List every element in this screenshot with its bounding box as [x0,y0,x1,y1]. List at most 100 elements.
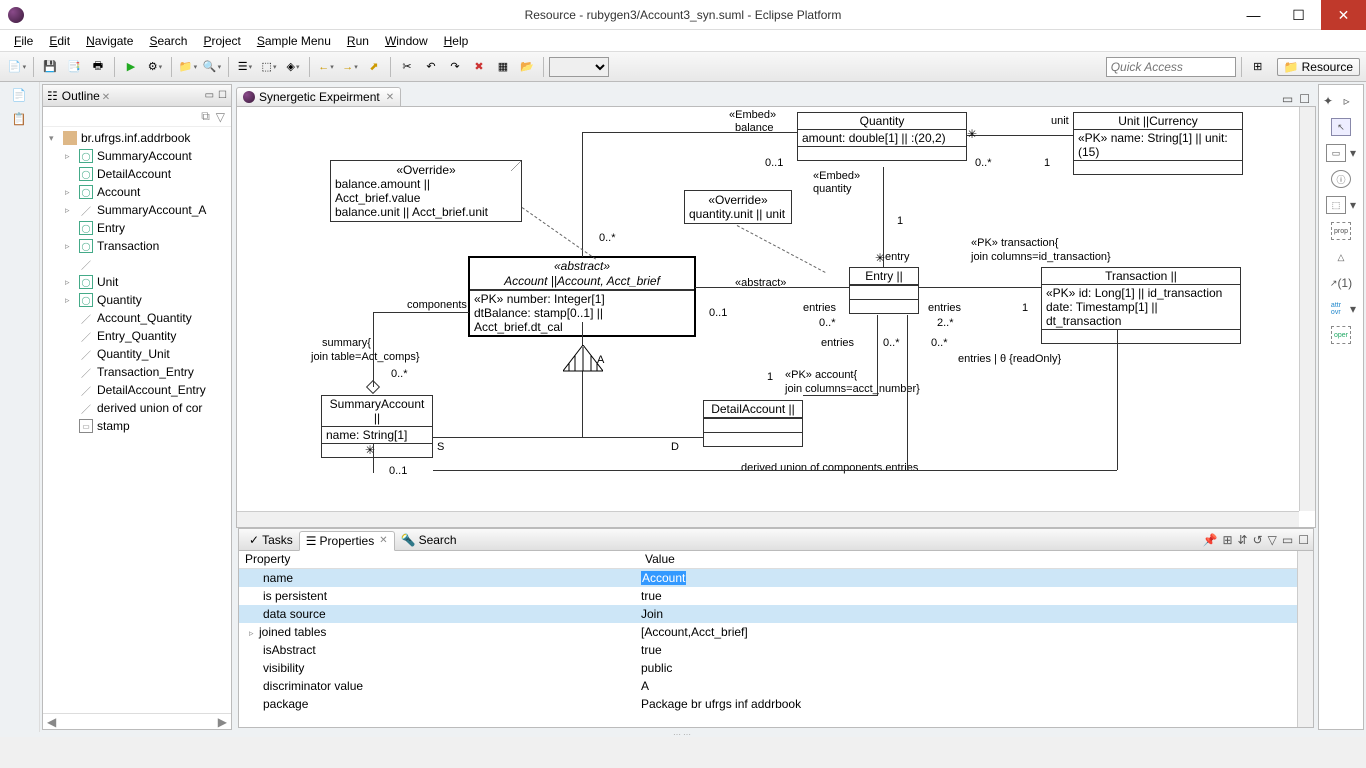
maximize-button[interactable]: ☐ [1276,0,1321,30]
property-row[interactable]: ▹joined tables[Account,Acct_brief] [239,623,1313,641]
delete-button[interactable]: ✖ [468,56,490,78]
undo-button[interactable]: ↶ [420,56,442,78]
filter-icon[interactable]: ⇵ [1238,533,1248,547]
folder-button[interactable]: 📂 [516,56,538,78]
grid-button[interactable]: ▦ [492,56,514,78]
tree-item[interactable]: ▹／SummaryAccount_A [43,201,231,219]
select-tool-icon[interactable]: ↖ [1331,118,1351,136]
view-menu-icon[interactable]: ▽ [216,110,225,124]
quick-access-input[interactable] [1106,57,1236,77]
tree-item[interactable]: ／DetailAccount_Entry [43,381,231,399]
class-tool-icon[interactable]: ▭ [1326,144,1346,162]
save-button[interactable]: 💾 [39,56,61,78]
tree-item[interactable]: ◯DetailAccount [43,165,231,183]
col-value[interactable]: Value [639,551,681,568]
properties-scrollbar[interactable] [1297,551,1313,727]
tree-item[interactable]: ／Entry_Quantity [43,327,231,345]
tree-item[interactable]: ▹◯SummaryAccount [43,147,231,165]
run-config-button[interactable]: ⚙ [144,56,166,78]
tree-item[interactable]: ／derived union of cor [43,399,231,417]
view-menu-icon[interactable]: ▽ [1268,533,1277,547]
tab-tasks[interactable]: ✓Tasks [243,531,299,549]
maximize-view-icon[interactable]: ☐ [218,90,227,101]
note-tool-icon[interactable]: ⓘ [1331,170,1351,188]
minimize-editor-icon[interactable]: ▭ [1282,92,1293,106]
print-button[interactable]: 🖶 [87,56,109,78]
package-tool-icon[interactable]: ⬚ [1326,196,1346,214]
class-transaction[interactable]: Transaction || «PK» id: Long[1] || id_tr… [1041,267,1241,344]
tree-item[interactable]: ▹◯Account [43,183,231,201]
tree-package[interactable]: ▾ br.ufrgs.inf.addrbook [43,129,231,147]
project-explorer-icon[interactable]: 📄 [12,88,28,104]
redo-button[interactable]: ↷ [444,56,466,78]
categories-icon[interactable]: ⊞ [1222,533,1232,547]
property-row[interactable]: nameAccount [239,569,1313,587]
menu-help[interactable]: Help [436,32,477,50]
property-row[interactable]: data sourceJoin [239,605,1313,623]
minimize-button[interactable]: — [1231,0,1276,30]
run-button[interactable]: ▶ [120,56,142,78]
diagram-canvas[interactable]: Quantity amount: double[1] || :(20,2) Un… [236,106,1316,528]
class-summary-account[interactable]: SummaryAccount || name: String[1] [321,395,433,458]
menu-navigate[interactable]: Navigate [78,32,141,50]
attr-override-tool-icon[interactable]: attrovr [1326,300,1346,318]
oper-tool-icon[interactable]: oper [1331,326,1351,344]
maximize-editor-icon[interactable]: ☐ [1299,92,1310,106]
property-row[interactable]: visibilitypublic [239,659,1313,677]
class-detail-account[interactable]: DetailAccount || [703,400,803,447]
tab-properties[interactable]: ☰Properties✕ [299,531,395,551]
menu-window[interactable]: Window [377,32,436,50]
tree-item[interactable]: ▹◯Quantity [43,291,231,309]
minimize-view-icon[interactable]: ▭ [1282,533,1293,547]
menu-sample[interactable]: Sample Menu [249,32,339,50]
resource-perspective-button[interactable]: 📁 Resource [1277,58,1360,76]
forward-button[interactable]: → [339,56,361,78]
tree-item[interactable]: ／Quantity_Unit [43,345,231,363]
nav-button[interactable]: ⬚ [258,56,280,78]
zoom-combo[interactable] [549,57,609,77]
class-entry[interactable]: Entry || [849,267,919,314]
open-perspective-button[interactable]: ⊞ [1247,56,1269,78]
close-editor-icon[interactable]: ✕ [386,92,394,103]
properties-table[interactable]: Property Value nameAccountis persistentt… [239,551,1313,727]
back-button[interactable]: ← [315,56,337,78]
cut-button[interactable]: ✂ [396,56,418,78]
canvas-scrollbar-vertical[interactable] [1299,107,1315,511]
maximize-view-icon[interactable]: ☐ [1298,533,1309,547]
tree-item[interactable]: ／Account_Quantity [43,309,231,327]
tab-search[interactable]: 🔦Search [395,531,463,549]
tree-item[interactable]: ／ [43,255,231,273]
tree-item[interactable]: ▭stamp [43,417,231,435]
tree-item[interactable]: ／Transaction_Entry [43,363,231,381]
tree-item[interactable]: ▹◯Transaction [43,237,231,255]
outline-scrollbar[interactable]: ◀▶ [43,713,231,729]
class-unit[interactable]: Unit ||Currency «PK» name: String[1] || … [1073,112,1243,175]
defaults-icon[interactable]: ↺ [1253,533,1263,547]
tree-item[interactable]: ◯Entry [43,219,231,237]
navigator-icon[interactable]: 📋 [12,112,28,128]
menu-edit[interactable]: Edit [41,32,78,50]
new-button[interactable]: 📄 [6,56,28,78]
palette-toggle-icon[interactable]: ✦ [1323,94,1333,108]
search-button[interactable]: 🔍 [201,56,223,78]
toggle-button[interactable]: ☰ [234,56,256,78]
up-button[interactable]: ⬈ [363,56,385,78]
palette-next-icon[interactable]: ▹ [1344,94,1350,108]
outline-mode-icon[interactable]: ⧉ [201,109,210,124]
bottom-sash[interactable]: ⋯⋯ [0,732,1366,737]
menu-run[interactable]: Run [339,32,377,50]
col-property[interactable]: Property [239,551,639,568]
association-tool-icon[interactable]: ↗(1) [1331,274,1351,292]
class-quantity[interactable]: Quantity amount: double[1] || :(20,2) [797,112,967,161]
outline-tree[interactable]: ▾ br.ufrgs.inf.addrbook ▹◯SummaryAccount… [43,127,231,713]
prop-tool-icon[interactable]: prop [1331,222,1351,240]
menu-project[interactable]: Project [195,32,248,50]
menu-search[interactable]: Search [141,32,195,50]
close-tab-icon[interactable]: ✕ [379,535,387,546]
close-tab-icon[interactable]: ✕ [102,92,110,103]
property-row[interactable]: isAbstracttrue [239,641,1313,659]
minimize-view-icon[interactable]: ▭ [205,90,214,101]
editor-tab-synergetic[interactable]: Synergetic Expeirment ✕ [236,87,401,106]
save-all-button[interactable]: 📑 [63,56,85,78]
annotation-button[interactable]: ◈ [282,56,304,78]
